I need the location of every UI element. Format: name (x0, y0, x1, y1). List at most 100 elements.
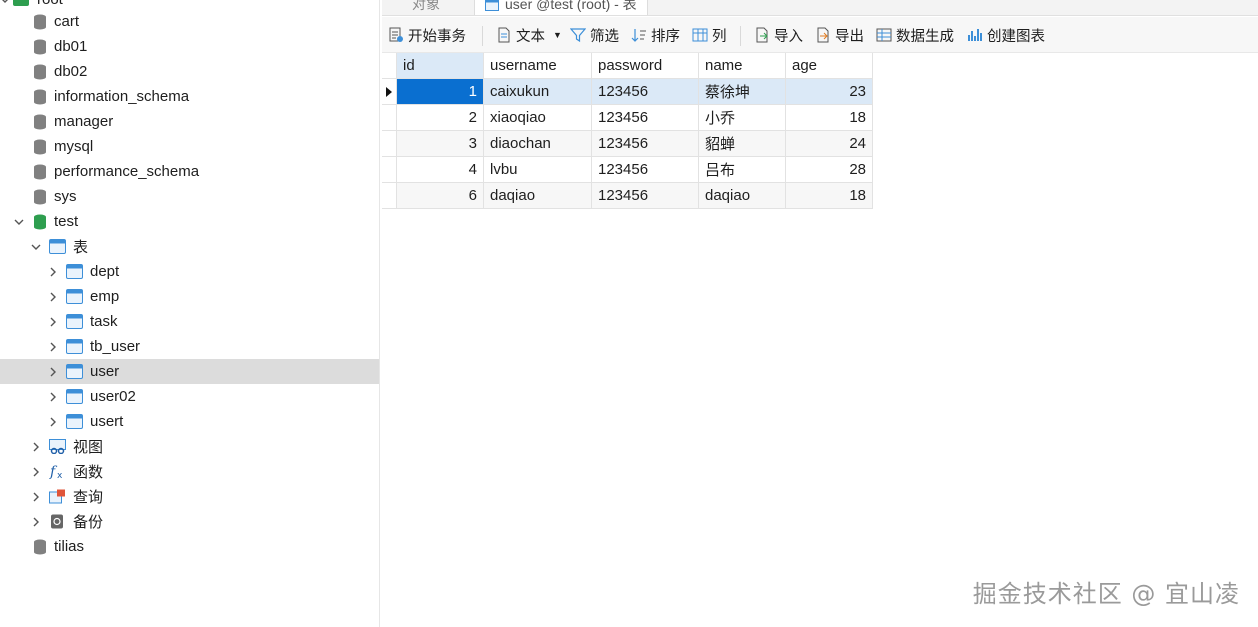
tree-table-task[interactable]: task (0, 309, 379, 334)
tree-db-label: sys (54, 188, 77, 205)
sort-label: 排序 (651, 28, 680, 45)
cell-age[interactable]: 28 (786, 157, 873, 183)
cell-username[interactable]: diaochan (484, 131, 592, 157)
chevron-down-icon[interactable] (29, 240, 43, 254)
filter-button[interactable]: 筛选 (570, 17, 619, 53)
cell-username[interactable]: daqiao (484, 183, 592, 209)
cell-id[interactable]: 4 (397, 157, 484, 183)
cell-age[interactable]: 24 (786, 131, 873, 157)
column-header-age[interactable]: age (786, 53, 873, 79)
cell-name[interactable]: daqiao (699, 183, 786, 209)
object-tree[interactable]: root cart db01 db02 information_schemamanag… (0, 0, 380, 627)
cell-password[interactable]: 123456 (592, 183, 699, 209)
transaction-icon (389, 27, 403, 42)
tree-db-tilias[interactable]: tilias (0, 534, 379, 559)
tab-user-table[interactable]: user @test (root) - 表 (474, 0, 648, 15)
chevron-right-icon[interactable] (29, 490, 43, 504)
tree-table-usert[interactable]: usert (0, 409, 379, 434)
cell-name[interactable]: 貂蝉 (699, 131, 786, 157)
create-chart-button[interactable]: 创建图表 (967, 17, 1045, 53)
tab-objects[interactable]: 对象 (412, 0, 440, 15)
tree-db-label: test (54, 213, 79, 230)
table-row[interactable]: 3 diaochan 123456 貂蝉 24 (382, 131, 873, 157)
tree-group-backup[interactable]: 备份 (0, 509, 379, 534)
chevron-right-icon[interactable] (46, 415, 60, 429)
tree-table-tb_user[interactable]: tb_user (0, 334, 379, 359)
cell-password[interactable]: 123456 (592, 131, 699, 157)
row-gutter[interactable] (382, 157, 397, 183)
cell-name[interactable]: 小乔 (699, 105, 786, 131)
row-gutter[interactable] (382, 131, 397, 157)
cell-username[interactable]: xiaoqiao (484, 105, 592, 131)
chevron-right-icon[interactable] (46, 365, 60, 379)
data-generation-button[interactable]: 数据生成 (876, 17, 954, 53)
cell-id[interactable]: 6 (397, 183, 484, 209)
database-icon (33, 14, 47, 30)
cell-age[interactable]: 18 (786, 105, 873, 131)
export-button[interactable]: 导出 (815, 17, 864, 53)
tree-table-label: user (90, 363, 120, 380)
column-header-name[interactable]: name (699, 53, 786, 79)
table-row[interactable]: 1 caixukun 123456 蔡徐坤 23 (382, 79, 873, 105)
cell-age[interactable]: 18 (786, 183, 873, 209)
tree-db-information_schema[interactable]: information_schema (0, 84, 379, 109)
cell-name[interactable]: 蔡徐坤 (699, 79, 786, 105)
tree-table-label: usert (90, 413, 124, 430)
tree-db-db01[interactable]: db01 (0, 34, 379, 59)
tree-db-manager[interactable]: manager (0, 109, 379, 134)
tree-db-test[interactable]: test (0, 209, 379, 234)
cell-username[interactable]: caixukun (484, 79, 592, 105)
column-header-username[interactable]: username (484, 53, 592, 79)
tree-table-dept[interactable]: dept (0, 259, 379, 284)
chevron-right-icon[interactable] (29, 440, 43, 454)
chevron-right-icon[interactable] (46, 340, 60, 354)
chevron-right-icon[interactable] (29, 465, 43, 479)
row-gutter[interactable] (382, 105, 397, 131)
tree-db-label: information_schema (54, 88, 190, 105)
cell-id[interactable]: 3 (397, 131, 484, 157)
columns-button[interactable]: 列 (692, 17, 727, 53)
row-gutter (382, 53, 397, 79)
table-row[interactable]: 4 lvbu 123456 吕布 28 (382, 157, 873, 183)
chevron-down-icon[interactable] (12, 215, 26, 229)
text-view-button[interactable]: 文本 ▼ (496, 17, 562, 53)
tree-db-cart[interactable]: cart (0, 9, 379, 34)
cell-age[interactable]: 23 (786, 79, 873, 105)
chevron-right-icon[interactable] (46, 390, 60, 404)
chevron-right-icon[interactable] (29, 515, 43, 529)
tree-db-mysql[interactable]: mysql (0, 134, 379, 159)
tree-table-user[interactable]: user (0, 359, 379, 384)
table-icon (66, 264, 83, 279)
create-chart-label: 创建图表 (987, 28, 1045, 45)
begin-transaction-button[interactable]: 开始事务 (388, 17, 466, 53)
chevron-right-icon[interactable] (46, 290, 60, 304)
tree-db-performance_schema[interactable]: performance_schema (0, 159, 379, 184)
chevron-down-icon[interactable] (0, 0, 12, 7)
import-button[interactable]: 导入 (754, 17, 803, 53)
cell-password[interactable]: 123456 (592, 79, 699, 105)
column-header-id[interactable]: id (397, 53, 484, 79)
tree-db-db02[interactable]: db02 (0, 59, 379, 84)
cell-id[interactable]: 1 (397, 79, 484, 105)
cell-password[interactable]: 123456 (592, 105, 699, 131)
tree-group-query[interactable]: 查询 (0, 484, 379, 509)
cell-password[interactable]: 123456 (592, 157, 699, 183)
tree-group-view[interactable]: 视图 (0, 434, 379, 459)
toolbar-divider (482, 26, 483, 46)
current-row-arrow-icon[interactable] (382, 79, 397, 105)
cell-id[interactable]: 2 (397, 105, 484, 131)
cell-username[interactable]: lvbu (484, 157, 592, 183)
column-header-password[interactable]: password (592, 53, 699, 79)
tree-group-function[interactable]: f x 函数 (0, 459, 379, 484)
chevron-right-icon[interactable] (46, 265, 60, 279)
chevron-right-icon[interactable] (46, 315, 60, 329)
tree-table-user02[interactable]: user02 (0, 384, 379, 409)
table-row[interactable]: 2 xiaoqiao 123456 小乔 18 (382, 105, 873, 131)
tree-db-sys[interactable]: sys (0, 184, 379, 209)
table-row[interactable]: 6 daqiao 123456 daqiao 18 (382, 183, 873, 209)
sort-button[interactable]: 排序 (631, 17, 680, 53)
cell-name[interactable]: 吕布 (699, 157, 786, 183)
row-gutter[interactable] (382, 183, 397, 209)
tree-table-emp[interactable]: emp (0, 284, 379, 309)
tree-group-tables[interactable]: 表 (0, 234, 379, 259)
